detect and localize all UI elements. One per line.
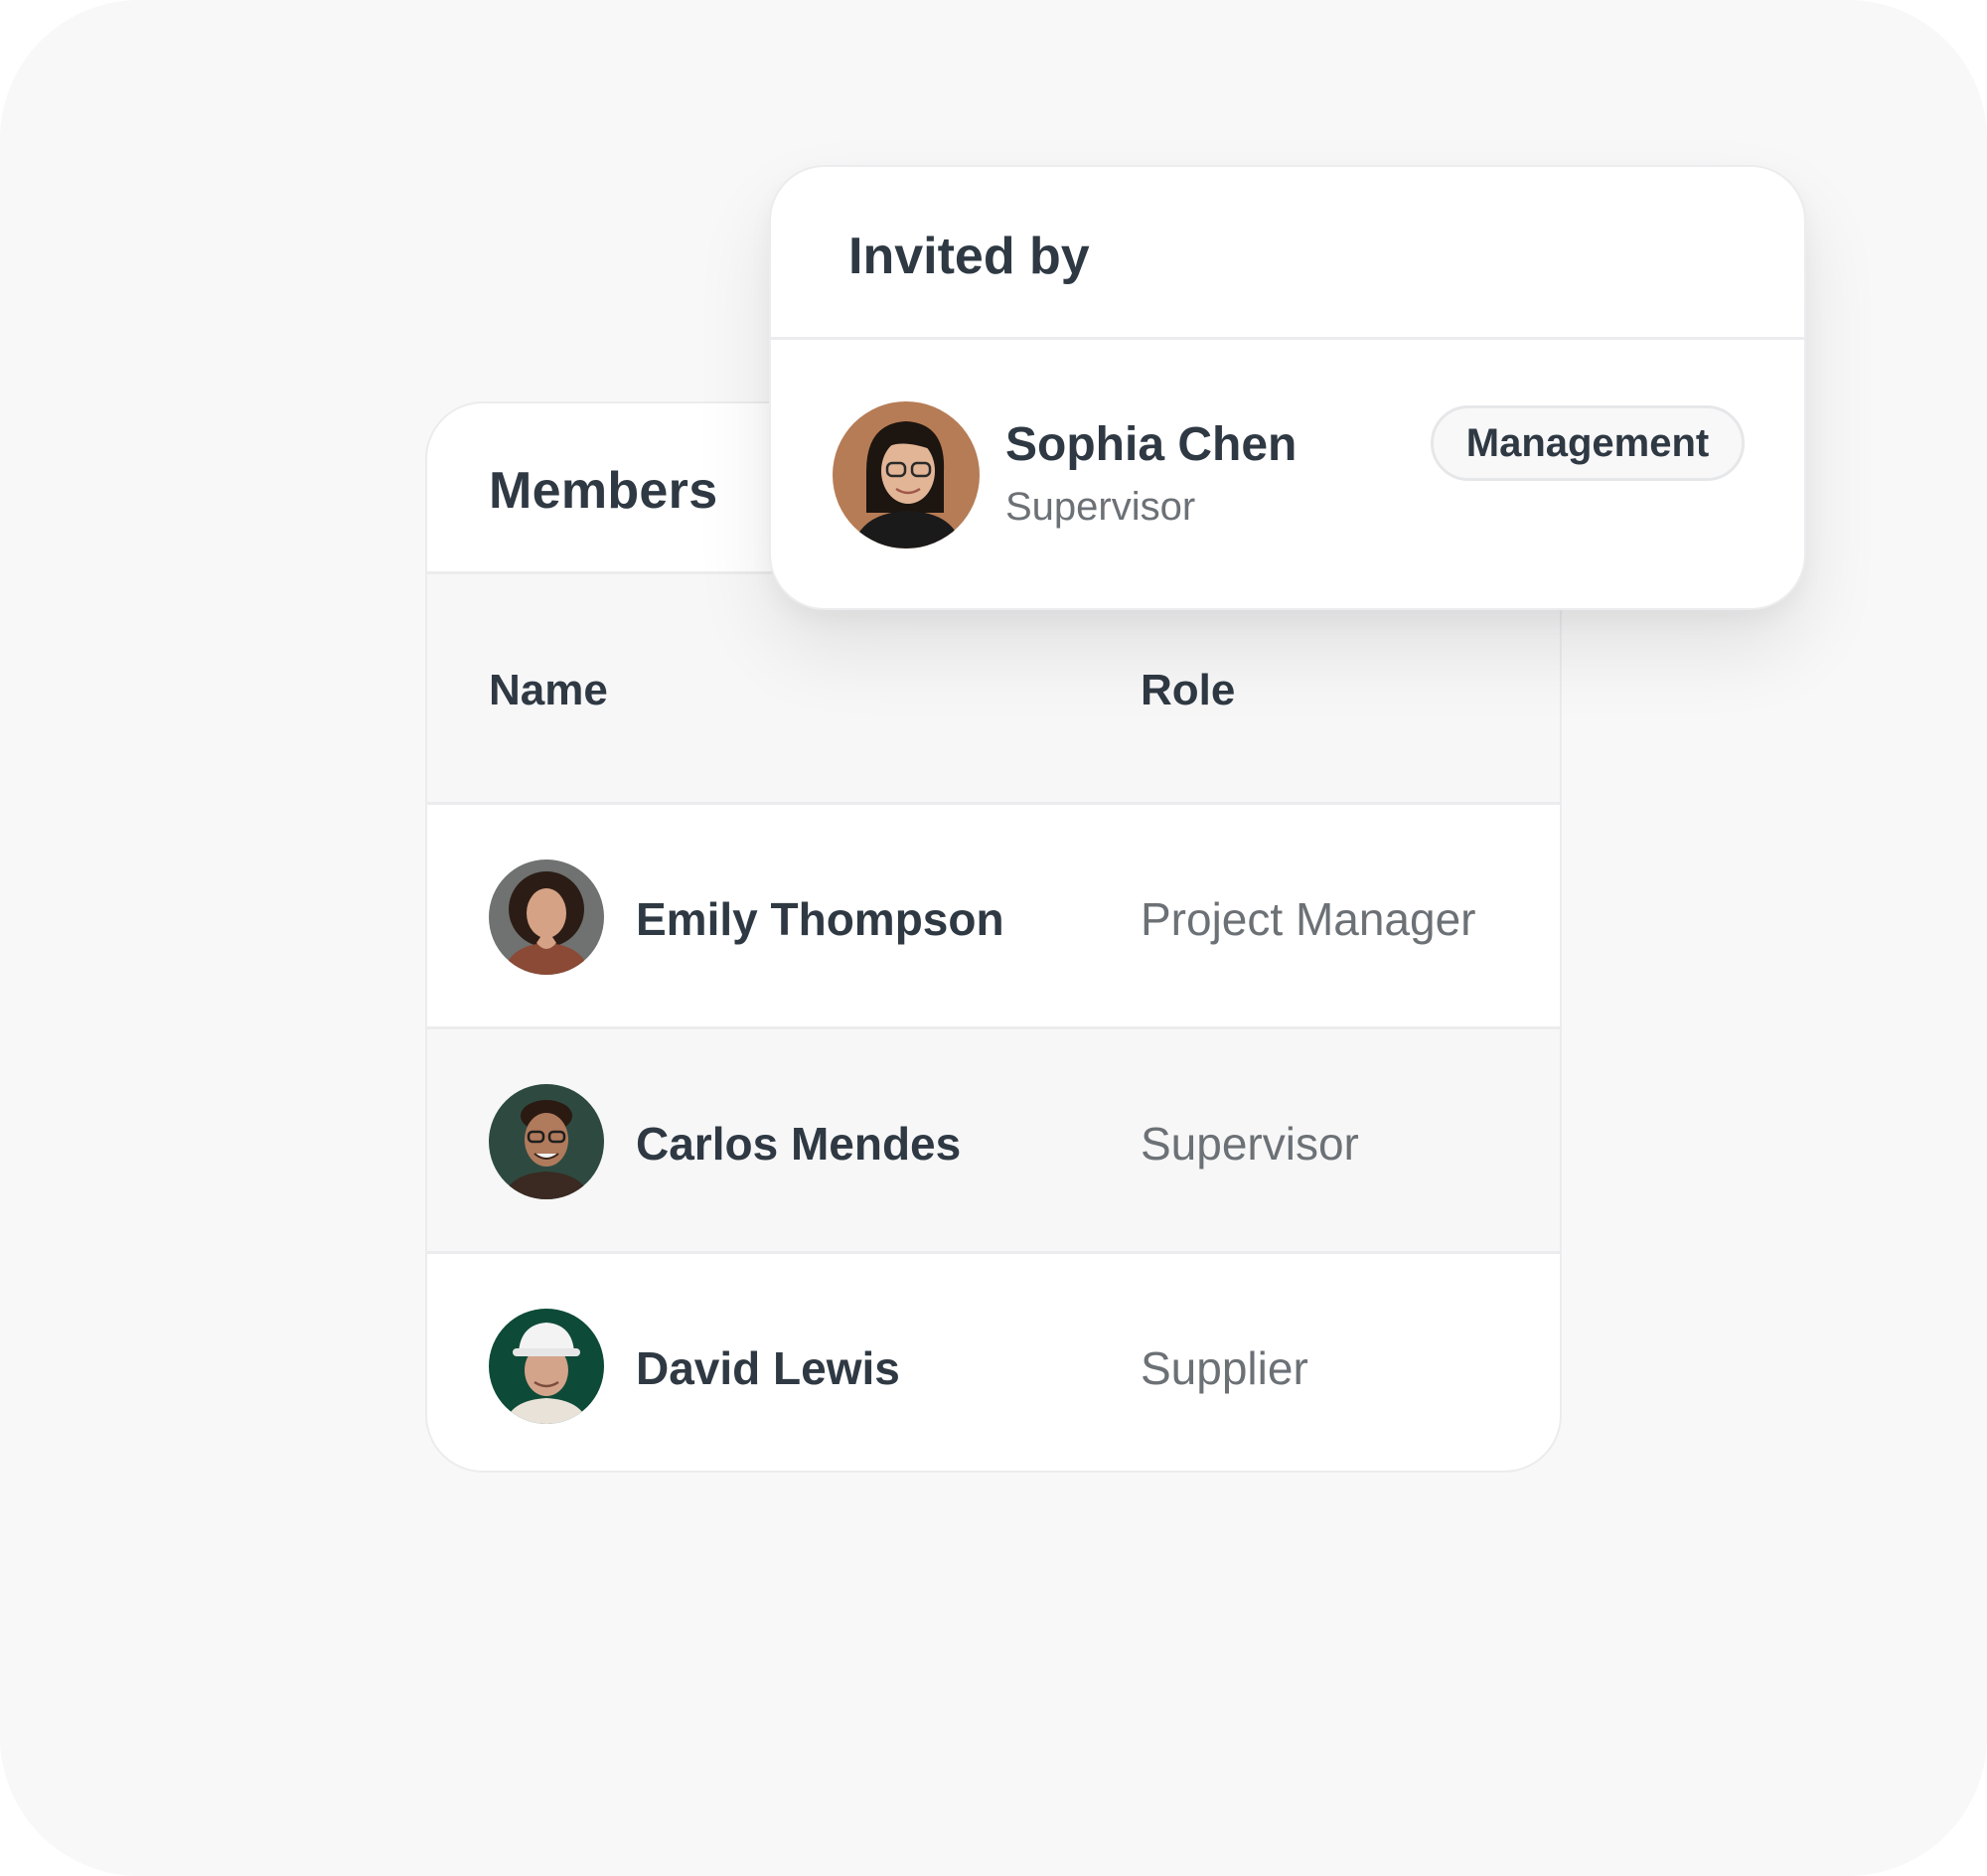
- member-role: Project Manager: [1141, 893, 1476, 945]
- member-role: Supplier: [1141, 1342, 1308, 1394]
- avatar: [489, 1309, 604, 1424]
- avatar: [833, 401, 980, 548]
- member-name: Emily Thompson: [636, 893, 1004, 945]
- column-header-name[interactable]: Name: [489, 666, 608, 715]
- table-row[interactable]: David Lewis Supplier: [427, 1254, 1560, 1471]
- page-background: Members Name Role Emily Thompson Project…: [0, 0, 1987, 1876]
- invited-by-role: Supervisor: [1005, 485, 1196, 529]
- avatar: [489, 860, 604, 975]
- avatar: [489, 1084, 604, 1199]
- members-title: Members: [489, 462, 718, 520]
- invited-by-header: Invited by: [771, 167, 1804, 340]
- management-badge: Management: [1431, 405, 1745, 481]
- emily-avatar-photo: [489, 860, 604, 975]
- david-avatar-photo: [489, 1309, 604, 1424]
- invited-by-name: Sophia Chen: [1005, 418, 1298, 471]
- member-role: Supervisor: [1141, 1118, 1359, 1170]
- invited-by-card: Invited by Sophia Chen Supervisor Manage…: [769, 165, 1806, 610]
- member-name: David Lewis: [636, 1342, 900, 1394]
- column-header-role[interactable]: Role: [1141, 666, 1235, 715]
- table-row[interactable]: Emily Thompson Project Manager: [427, 805, 1560, 1029]
- member-name: Carlos Mendes: [636, 1118, 962, 1170]
- carlos-avatar-photo: [489, 1084, 604, 1199]
- sophia-avatar-photo: [833, 401, 980, 548]
- table-row[interactable]: Carlos Mendes Supervisor: [427, 1029, 1560, 1254]
- invited-by-title: Invited by: [848, 228, 1090, 285]
